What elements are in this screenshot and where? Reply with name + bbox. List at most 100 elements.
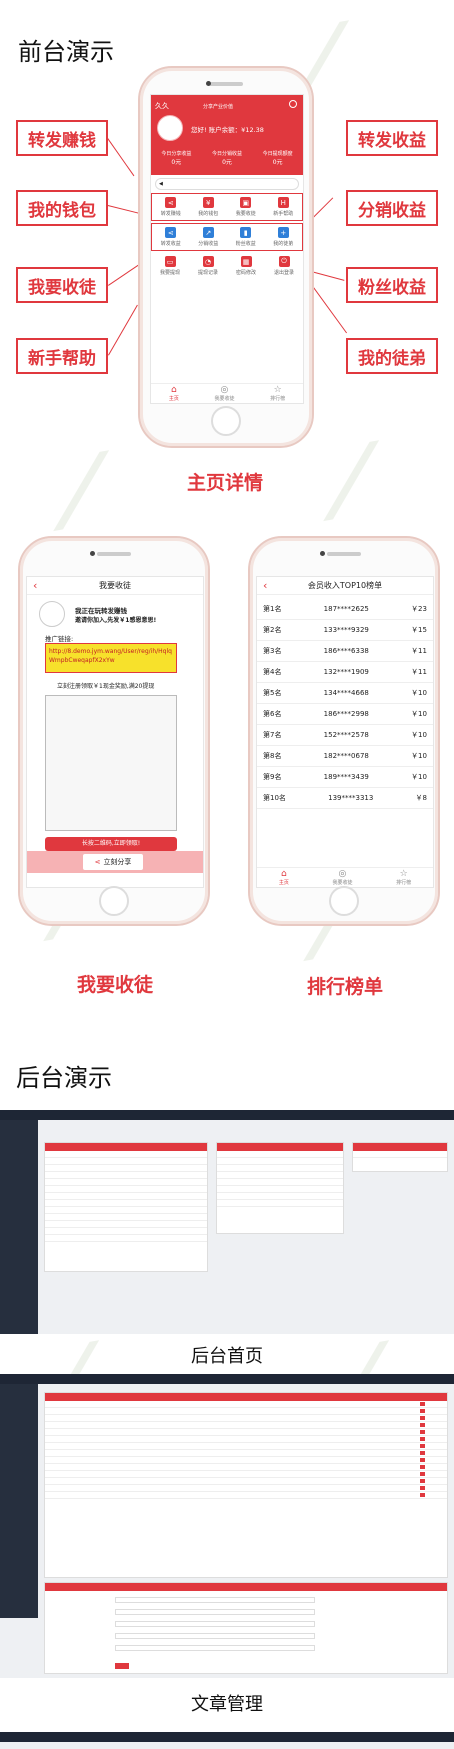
sidebar-item[interactable] bbox=[0, 1138, 38, 1147]
sidebar-item[interactable] bbox=[0, 1129, 38, 1138]
share-button[interactable]: ⋖ 立刻分享 bbox=[83, 854, 143, 870]
power-icon: ⏻ bbox=[278, 256, 290, 267]
back-icon[interactable]: ‹ bbox=[33, 579, 37, 592]
tab-ranking[interactable]: ☆ 排行榜 bbox=[396, 869, 411, 886]
admin-sidebar bbox=[0, 1384, 38, 1618]
bar-icon: ▮ bbox=[240, 227, 252, 238]
row-action-button[interactable] bbox=[420, 1472, 425, 1476]
row-action-button[interactable] bbox=[420, 1423, 425, 1427]
stat-label: 今日分享收益 bbox=[161, 151, 192, 157]
menu-forward-income[interactable]: ⋖ 转发收益 bbox=[152, 227, 190, 247]
menu-fans-income[interactable]: ▮ 粉丝收益 bbox=[227, 227, 265, 247]
rank-rank: 第1名 bbox=[263, 605, 282, 613]
menu-distribution-income[interactable]: ↗ 分销收益 bbox=[190, 227, 228, 247]
rank-amount: ￥11 bbox=[411, 668, 427, 676]
sidebar-item[interactable] bbox=[0, 1174, 38, 1183]
row-action-button[interactable] bbox=[420, 1416, 425, 1420]
sidebar-item[interactable] bbox=[0, 1402, 38, 1411]
rank-amount: ￥10 bbox=[411, 731, 427, 739]
menu-label: 提现记录 bbox=[197, 270, 218, 276]
row-action-button[interactable] bbox=[420, 1451, 425, 1455]
sidebar-item[interactable] bbox=[0, 1384, 38, 1393]
rank-amount: ￥11 bbox=[411, 647, 427, 655]
rank-amount: ￥10 bbox=[411, 710, 427, 718]
home-caption: 主页详情 bbox=[186, 472, 263, 494]
sidebar-item[interactable] bbox=[0, 1147, 38, 1156]
tab-recruit[interactable]: ◎ 我要收徒 bbox=[332, 869, 352, 886]
rank-row: 第3名 186****6338 ￥11 bbox=[257, 641, 433, 662]
row-action-button[interactable] bbox=[420, 1409, 425, 1413]
rank-phone: 134****4668 bbox=[323, 689, 369, 697]
row-action-button[interactable] bbox=[420, 1479, 425, 1483]
tab-home[interactable]: ⌂ 主页 bbox=[279, 869, 289, 886]
tab-ranking[interactable]: ☆ 排行榜 bbox=[270, 384, 285, 402]
rank-row: 第5名 134****4668 ￥10 bbox=[257, 683, 433, 704]
menu-logout[interactable]: ⏻ 退出登录 bbox=[265, 256, 303, 276]
sidebar-item[interactable] bbox=[0, 1393, 38, 1402]
submit-button[interactable] bbox=[115, 1663, 129, 1669]
chart-icon: ↗ bbox=[202, 227, 214, 238]
table-row bbox=[45, 1436, 447, 1443]
table-row bbox=[45, 1471, 447, 1478]
sidebar-item[interactable] bbox=[0, 1156, 38, 1165]
menu-withdraw[interactable]: ▭ 我要提现 bbox=[151, 256, 189, 276]
label-forward-income: 转发收益 bbox=[346, 120, 438, 156]
sidebar-item[interactable] bbox=[0, 1165, 38, 1174]
menu-label: 退出登录 bbox=[273, 270, 294, 276]
phone-home: 久久 分享产业价值 您好! 账户余额：¥12.38 今日分享收益 0元 今日分销… bbox=[138, 66, 314, 448]
menu-forward-earn[interactable]: ⋖ 转发赚钱 bbox=[152, 197, 190, 217]
rank-amount: ￥10 bbox=[411, 773, 427, 781]
menu-grid-1: ⋖ 转发赚钱 ¥ 我的钱包 ▣ 我要收徒 H 新手帮助 bbox=[151, 193, 303, 221]
avatar bbox=[39, 601, 65, 627]
ranking-screen: ‹ 会员收入TOP10榜单 第1名 187****2625 ￥23 第2名 133***… bbox=[256, 576, 434, 888]
rank-rank: 第10名 bbox=[263, 794, 286, 802]
backend-title: 后台演示 bbox=[16, 1064, 112, 1092]
sidebar-item[interactable] bbox=[0, 1456, 38, 1465]
sidebar-item[interactable] bbox=[0, 1420, 38, 1429]
qr-code bbox=[45, 695, 177, 831]
sidebar-item[interactable] bbox=[0, 1411, 38, 1420]
menu-my-apprentice[interactable]: + 我的徒弟 bbox=[265, 227, 303, 247]
home-button bbox=[329, 886, 359, 916]
home-icon: ⌂ bbox=[170, 384, 177, 395]
row-action-button[interactable] bbox=[420, 1465, 425, 1469]
menu-recruit[interactable]: ▣ 我要收徒 bbox=[227, 197, 265, 217]
menu-help[interactable]: H 新手帮助 bbox=[265, 197, 303, 217]
menu-password[interactable]: ▦ 密码修改 bbox=[227, 256, 265, 276]
row-action-button[interactable] bbox=[420, 1458, 425, 1462]
avatar[interactable] bbox=[157, 115, 183, 141]
sidebar-item[interactable] bbox=[0, 1438, 38, 1447]
sidebar-item[interactable] bbox=[0, 1183, 38, 1192]
rank-amount: ￥10 bbox=[411, 752, 427, 760]
label-recruit: 我要收徒 bbox=[16, 267, 108, 303]
sidebar-item[interactable] bbox=[0, 1465, 38, 1474]
phone-ranking: ‹ 会员收入TOP10榜单 第1名 187****2625 ￥23 第2名 133***… bbox=[248, 536, 440, 926]
sidebar-item[interactable] bbox=[0, 1429, 38, 1438]
row-action-button[interactable] bbox=[420, 1493, 425, 1497]
row-action-button[interactable] bbox=[420, 1444, 425, 1448]
row-action-button[interactable] bbox=[420, 1437, 425, 1441]
sidebar-item[interactable] bbox=[0, 1447, 38, 1456]
menu-withdraw-record[interactable]: ◔ 提现记录 bbox=[189, 256, 227, 276]
rank-amount: ￥15 bbox=[411, 626, 427, 634]
sidebar-item[interactable] bbox=[0, 1120, 38, 1129]
frontend-title: 前台演示 bbox=[18, 38, 114, 66]
row-action-button[interactable] bbox=[420, 1402, 425, 1406]
settings-icon[interactable] bbox=[289, 100, 297, 108]
back-icon[interactable]: ‹ bbox=[263, 579, 267, 592]
admin-panel-right bbox=[352, 1142, 448, 1172]
promo-link[interactable]: http://8.demo.jym.wang/User/reg/ih/HqlqW… bbox=[45, 643, 177, 673]
star-icon: ☆ bbox=[273, 384, 282, 395]
table-row bbox=[45, 1450, 447, 1457]
menu-label: 密码修改 bbox=[235, 270, 256, 276]
tab-home[interactable]: ⌂ 主页 bbox=[169, 384, 179, 402]
rank-amount: ￥23 bbox=[411, 605, 427, 613]
row-action-button[interactable] bbox=[420, 1486, 425, 1490]
menu-grid-2: ⋖ 转发收益 ↗ 分销收益 ▮ 粉丝收益 + 我的徒弟 bbox=[151, 223, 303, 251]
recruit-caption: 我要收徒 bbox=[76, 974, 153, 996]
admin-bottom-strip bbox=[0, 1732, 454, 1749]
rank-phone: 139****3313 bbox=[328, 794, 374, 802]
row-action-button[interactable] bbox=[420, 1430, 425, 1434]
menu-my-wallet[interactable]: ¥ 我的钱包 bbox=[190, 197, 228, 217]
tab-recruit[interactable]: ◎ 我要收徒 bbox=[214, 385, 234, 402]
